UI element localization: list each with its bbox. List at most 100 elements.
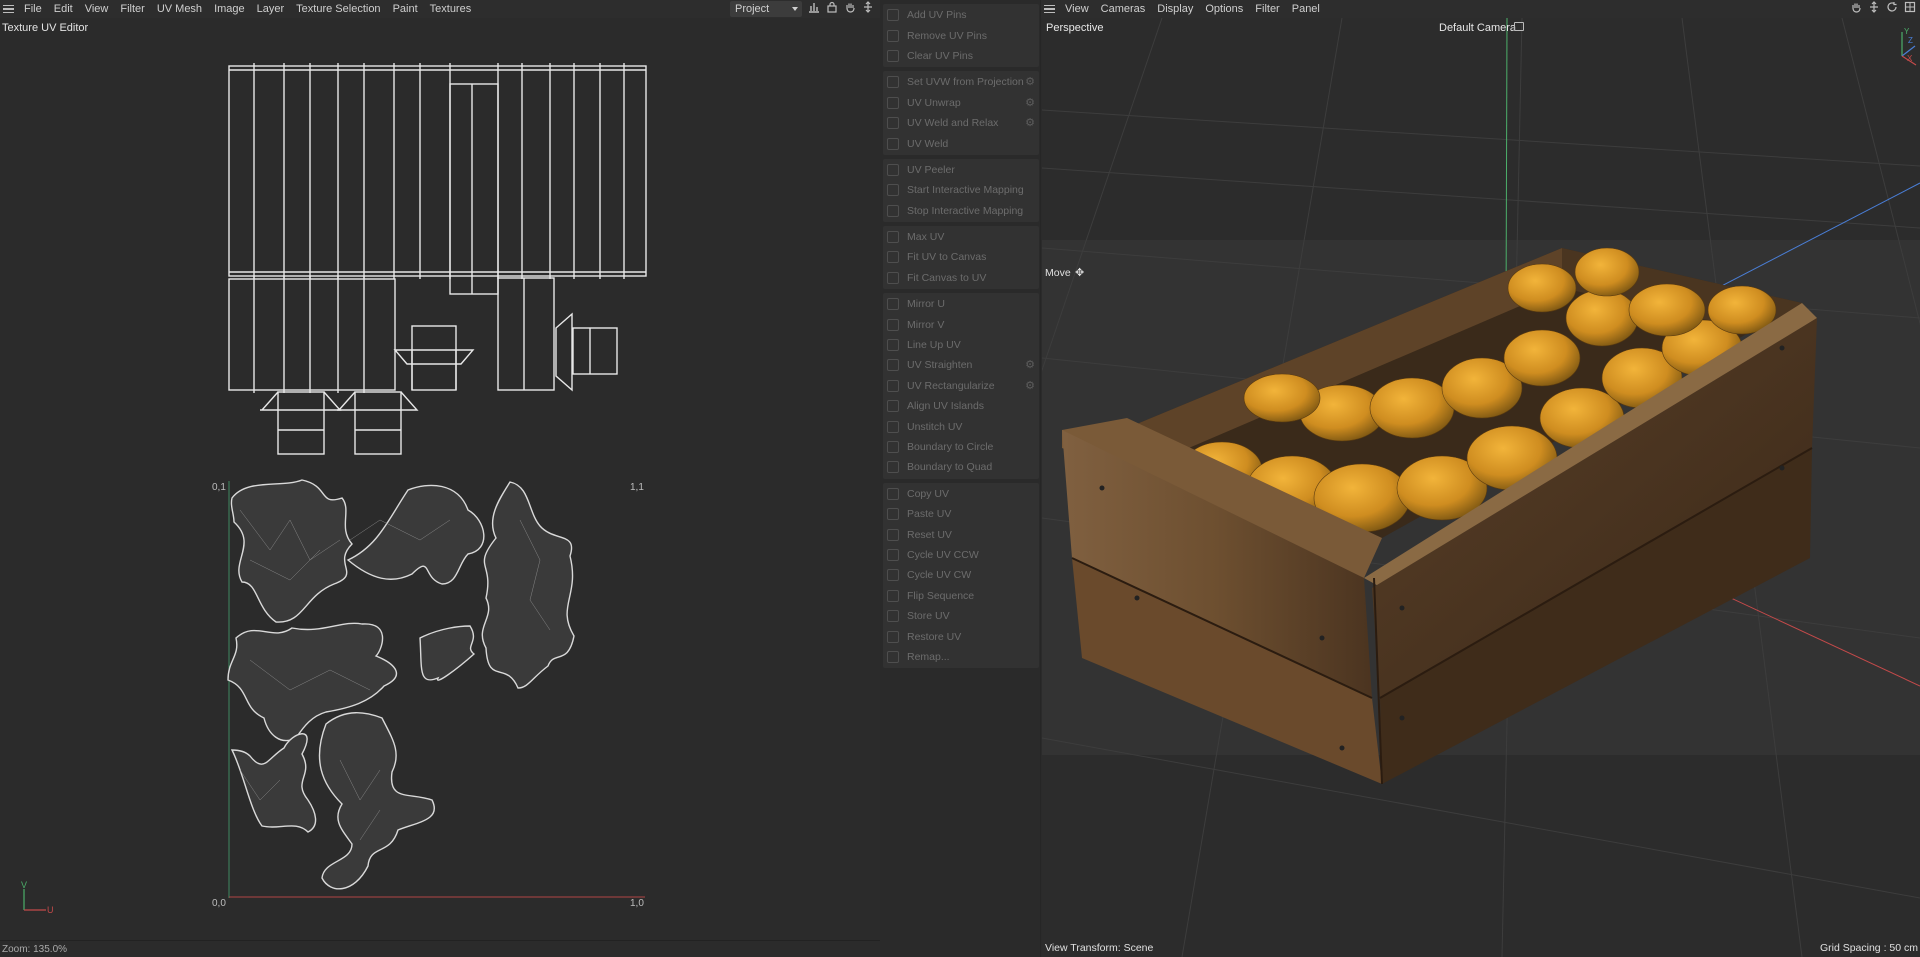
move-tool-label: Move (1045, 267, 1071, 279)
boundary-to-circle-icon (887, 441, 899, 453)
tool-label: Store UV (907, 610, 950, 623)
max-uv-button[interactable]: Max UV (883, 227, 1039, 247)
move-view-icon[interactable] (1866, 1, 1882, 17)
fit-uv-to-canvas-button[interactable]: Fit UV to Canvas (883, 247, 1039, 267)
reset-uv-icon (887, 528, 899, 541)
reset-uv-button[interactable]: Reset UV (883, 524, 1039, 544)
gear-icon[interactable]: ⚙ (1024, 380, 1036, 392)
tool-group: Max UV Fit UV to Canvas Fit Canvas to UV (883, 225, 1039, 290)
paste-uv-button[interactable]: Paste UV (883, 504, 1039, 524)
move-icon: ✥ (1075, 267, 1085, 279)
tool-group: Set UVW from Projection ⚙ UV Unwrap ⚙ UV Wel… (883, 71, 1039, 155)
cycle-uv-ccw-button[interactable]: Cycle UV CCW (883, 545, 1039, 565)
tool-group: Mirror U Mirror V Line Up UV UV Straighten ⚙… (883, 293, 1039, 479)
uv-tool-column: Add UV Pins Remove UV Pins Clear UV Pins Se… (880, 0, 1040, 957)
align-uv-islands-icon (887, 400, 899, 413)
remap-button[interactable]: Remap... (883, 647, 1039, 667)
axis-v-label: V (21, 880, 28, 890)
copy-uv-button[interactable]: Copy UV (883, 484, 1039, 504)
gizmo-y-label: Y (1904, 27, 1910, 36)
mirror-u-button[interactable]: Mirror U (883, 294, 1039, 314)
tool-label: Flip Sequence (907, 589, 975, 602)
cycle-uv-cw-button[interactable]: Cycle UV CW (883, 565, 1039, 585)
boundary-to-circle-button[interactable]: Boundary to Circle (883, 437, 1039, 457)
tool-label: Remove UV Pins (907, 29, 987, 42)
restore-uv-button[interactable]: Restore UV (883, 626, 1039, 646)
uv-rectangularize-button[interactable]: UV Rectangularize ⚙ (883, 376, 1039, 396)
menu-filter[interactable]: Filter (1249, 0, 1285, 18)
3d-viewport[interactable]: Perspective Default Camera Move ✥ Y Z X … (1042, 18, 1920, 957)
max-uv-icon (887, 231, 899, 244)
uv-weld-and-relax-icon (887, 117, 899, 130)
tool-label: Reset UV (907, 528, 952, 541)
line-up-uv-icon (887, 339, 899, 352)
tool-label: UV Unwrap (907, 96, 961, 109)
set-uvw-from-projection-button[interactable]: Set UVW from Projection ⚙ (883, 72, 1039, 92)
store-uv-button[interactable]: Store UV (883, 606, 1039, 626)
hand-pan-icon[interactable] (1848, 1, 1864, 17)
menu-view[interactable]: View (1059, 0, 1095, 18)
tool-label: UV Weld and Relax (907, 117, 999, 130)
tool-label: Boundary to Quad (907, 461, 993, 474)
set-uvw-from-projection-icon (887, 76, 899, 89)
tool-label: Mirror U (907, 298, 945, 311)
menu-panel[interactable]: Panel (1286, 0, 1326, 18)
tool-label: Fit UV to Canvas (907, 251, 987, 264)
unstitch-uv-button[interactable]: Unstitch UV (883, 416, 1039, 436)
camera-icon[interactable] (1514, 22, 1524, 31)
align-uv-islands-button[interactable]: Align UV Islands (883, 396, 1039, 416)
uv-straighten-button[interactable]: UV Straighten ⚙ (883, 355, 1039, 375)
gear-icon[interactable]: ⚙ (1024, 359, 1036, 371)
tool-label: Start Interactive Mapping (907, 184, 1024, 197)
tool-label: Max UV (907, 231, 945, 244)
gear-icon[interactable]: ⚙ (1024, 117, 1036, 129)
menu-options[interactable]: Options (1199, 0, 1249, 18)
maximize-view-icon[interactable] (1902, 1, 1918, 17)
stop-interactive-mapping-button[interactable]: Stop Interactive Mapping (883, 201, 1039, 221)
boundary-to-quad-button[interactable]: Boundary to Quad (883, 457, 1039, 477)
uv-canvas[interactable] (0, 0, 880, 940)
coord-top-right: 1,1 (630, 482, 644, 493)
fruit-uv-islands (227, 479, 575, 890)
menu-icon[interactable] (1041, 0, 1059, 18)
gizmo-x-label: X (1907, 54, 1913, 63)
tool-label: Paste UV (907, 508, 952, 521)
tool-label: Restore UV (907, 630, 962, 643)
tool-label: UV Rectangularize (907, 379, 995, 392)
projection-label[interactable]: Perspective (1046, 22, 1103, 34)
clear-uv-pins-button[interactable]: Clear UV Pins (883, 46, 1039, 66)
uv-editor-panel: File Edit View Filter UV Mesh Image Laye… (0, 0, 880, 957)
tool-label: Unstitch UV (907, 420, 963, 433)
uv-unwrap-button[interactable]: UV Unwrap ⚙ (883, 93, 1039, 113)
mirror-v-icon (887, 318, 899, 331)
boundary-to-quad-icon (887, 461, 899, 474)
fit-canvas-to-uv-button[interactable]: Fit Canvas to UV (883, 268, 1039, 288)
view-transform-label: View Transform: Scene (1045, 942, 1154, 954)
viewport-panel: View Cameras Display Options Filter Pane… (1041, 0, 1920, 957)
add-uv-pins-icon (887, 9, 899, 22)
tool-label: Align UV Islands (907, 400, 985, 413)
mirror-v-button[interactable]: Mirror V (883, 314, 1039, 334)
uv-weld-and-relax-button[interactable]: UV Weld and Relax ⚙ (883, 113, 1039, 133)
gear-icon[interactable]: ⚙ (1024, 76, 1036, 88)
viewport-scene (1042, 18, 1920, 957)
menu-cameras[interactable]: Cameras (1095, 0, 1152, 18)
uv-weld-button[interactable]: UV Weld (883, 133, 1039, 153)
start-interactive-mapping-icon (887, 184, 899, 197)
camera-label[interactable]: Default Camera (1439, 22, 1516, 34)
gear-icon[interactable]: ⚙ (1024, 97, 1036, 109)
rotate-view-icon[interactable] (1884, 1, 1900, 17)
add-uv-pins-button[interactable]: Add UV Pins (883, 5, 1039, 25)
tool-label: Boundary to Circle (907, 441, 994, 453)
tool-group: Add UV Pins Remove UV Pins Clear UV Pins (883, 4, 1039, 68)
uv-unwrap-icon (887, 96, 899, 109)
menu-display[interactable]: Display (1151, 0, 1199, 18)
uv-weld-icon (887, 137, 899, 150)
uv-peeler-button[interactable]: UV Peeler (883, 160, 1039, 180)
line-up-uv-button[interactable]: Line Up UV (883, 335, 1039, 355)
restore-uv-icon (887, 630, 899, 643)
flip-sequence-button[interactable]: Flip Sequence (883, 586, 1039, 606)
axis-u-label: U (47, 905, 54, 915)
remove-uv-pins-button[interactable]: Remove UV Pins (883, 25, 1039, 45)
start-interactive-mapping-button[interactable]: Start Interactive Mapping (883, 180, 1039, 200)
